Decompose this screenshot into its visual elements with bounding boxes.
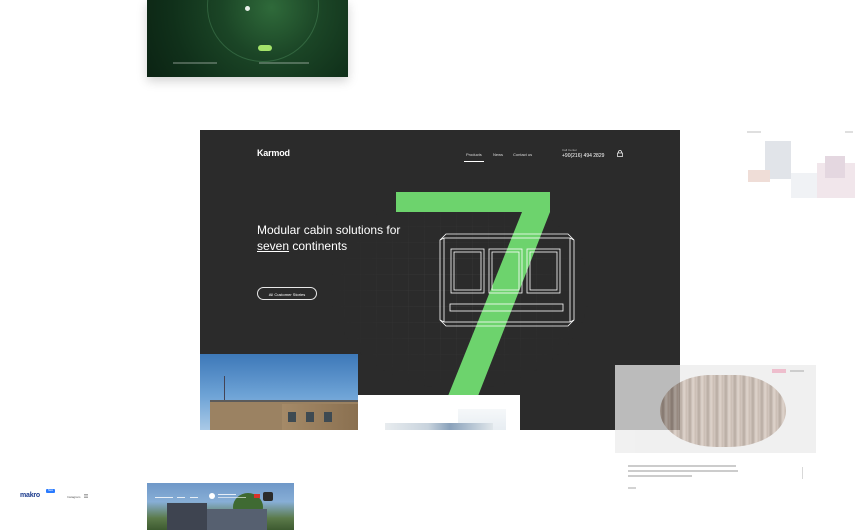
nav-placeholder[interactable] (155, 497, 173, 498)
language-flag-icon[interactable] (254, 494, 260, 498)
nav-contact[interactable]: Contact us (513, 152, 532, 157)
green-pill (258, 45, 272, 51)
text-placeholder (628, 487, 636, 489)
phone-number[interactable]: +90(216) 494 2829 (562, 153, 604, 159)
text-placeholder (747, 131, 761, 133)
hero-headline: Modular cabin solutions for seven contin… (257, 223, 407, 254)
headline-text: Modular cabin solutions for (257, 223, 401, 237)
new-badge: New (46, 489, 55, 493)
callcenter-label: Call Center (562, 148, 578, 152)
text-placeholder (628, 475, 692, 477)
photo-house (167, 503, 207, 530)
headline-text-end: continents (292, 238, 348, 253)
brand-logo[interactable]: Karmod (257, 148, 290, 158)
product-image (660, 375, 786, 447)
karmod-hero-card[interactable]: Karmod Products News Contact us Call Cen… (200, 130, 680, 430)
headline-link-seven[interactable]: seven (257, 239, 289, 253)
makro-header[interactable]: makro New Instagram (20, 489, 100, 504)
text-placeholder (845, 131, 853, 133)
lock-button[interactable] (263, 492, 273, 501)
cabin-photo (200, 354, 358, 430)
nav-placeholder[interactable] (177, 497, 185, 498)
nav-products[interactable]: Products (466, 152, 482, 157)
text-placeholder (218, 494, 236, 495)
photo-window (288, 412, 296, 422)
phone-icon (209, 493, 215, 499)
text-placeholder (259, 62, 309, 64)
card-text-block (628, 465, 740, 480)
menu-icon[interactable] (84, 494, 88, 498)
photo-window (306, 412, 314, 422)
portfolio-card-bottom[interactable] (147, 483, 294, 530)
nav-active-underline (464, 161, 484, 162)
photo-house (207, 509, 267, 530)
all-customer-stories-button[interactable]: All Customer Stories (257, 287, 317, 300)
nav-placeholder[interactable] (190, 497, 198, 498)
photo-window (324, 412, 332, 422)
image-tile (825, 156, 845, 178)
portfolio-card-faded-top-right[interactable] (745, 128, 857, 200)
instagram-link[interactable]: Instagram (67, 495, 80, 499)
text-placeholder (790, 370, 804, 372)
image-tile (748, 170, 770, 182)
portfolio-card-green[interactable] (147, 0, 348, 77)
decorative-dot (245, 6, 250, 11)
decorative-ring (207, 0, 319, 62)
image-tile (791, 173, 817, 198)
preview-image (385, 423, 493, 430)
nav-news[interactable]: News (493, 152, 503, 157)
text-placeholder (173, 62, 217, 64)
makro-logo[interactable]: makro (20, 492, 40, 499)
preview-panel (358, 395, 520, 430)
text-placeholder (628, 470, 738, 472)
portfolio-card-faded-right[interactable] (615, 365, 816, 453)
lock-icon[interactable] (617, 150, 623, 157)
text-placeholder (218, 497, 246, 498)
text-placeholder (628, 465, 736, 467)
tag-placeholder (772, 369, 786, 373)
divider (802, 467, 803, 479)
